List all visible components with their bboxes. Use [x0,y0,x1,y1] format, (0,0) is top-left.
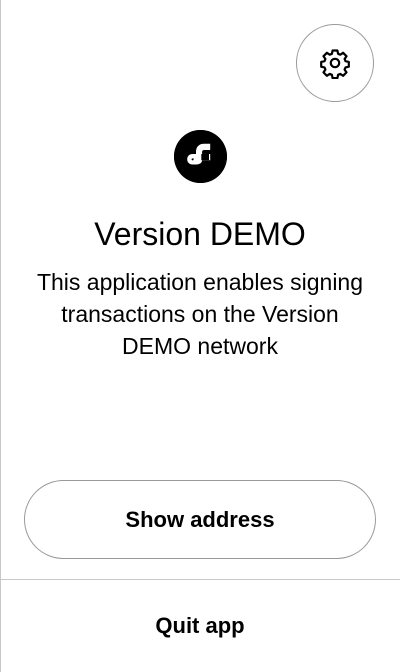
gear-icon [319,47,351,79]
settings-button[interactable] [296,24,374,102]
show-address-button[interactable]: Show address [24,480,376,559]
left-edge-border [0,0,1,672]
quit-app-button[interactable]: Quit app [0,580,400,672]
app-logo-icon [174,130,227,183]
app-title: Version DEMO [94,216,306,252]
app-description: This application enables signing transac… [36,269,364,359]
